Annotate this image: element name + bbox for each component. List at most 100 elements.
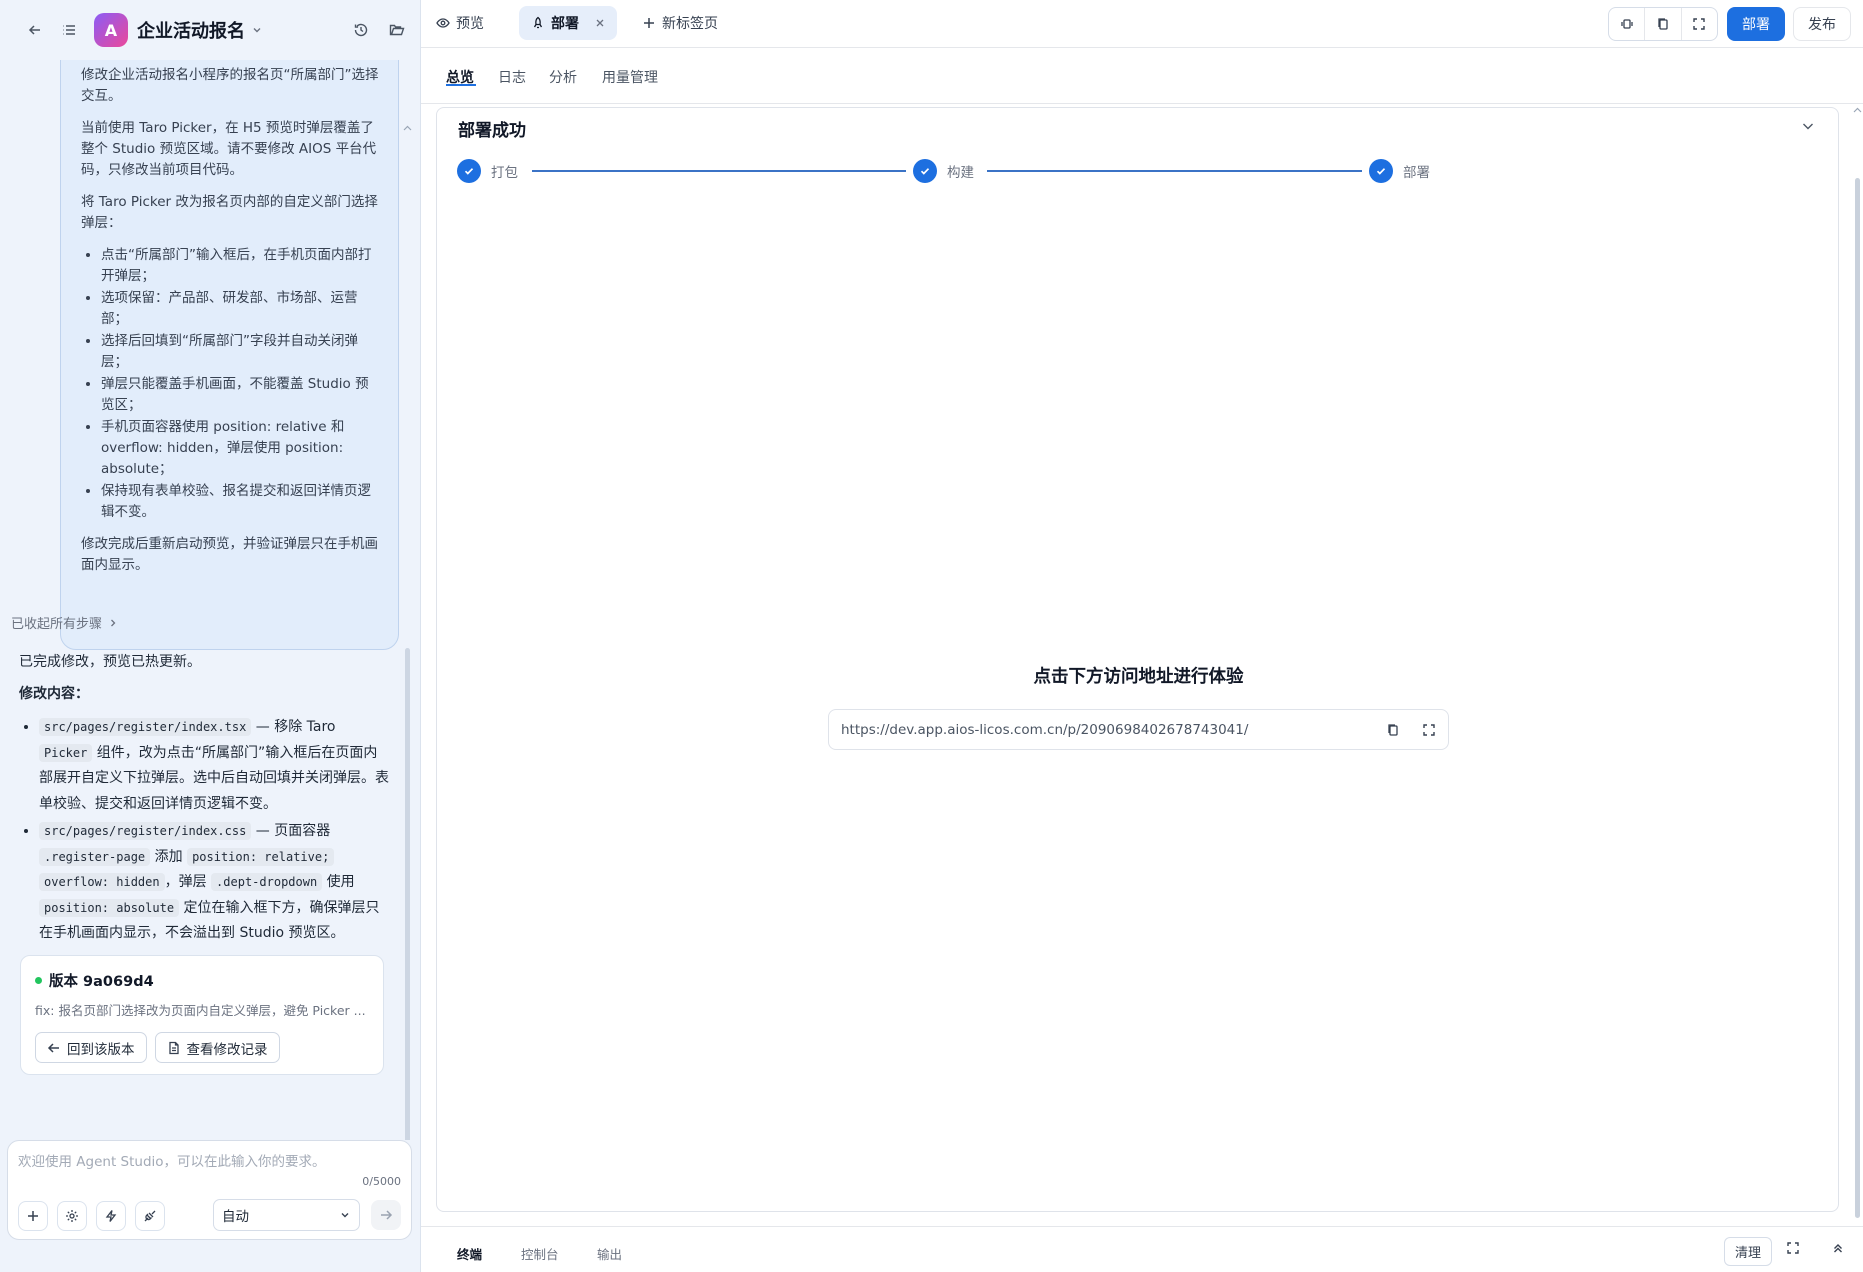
tab-usage[interactable]: 用量管理 [602, 67, 658, 87]
scrollbar[interactable] [1855, 178, 1860, 1218]
clear-button[interactable]: 清理 [1724, 1237, 1772, 1266]
fullscreen-icon[interactable] [1422, 723, 1436, 737]
user-message-bubble: 修改企业活动报名小程序的报名页“所属部门”选择交互。 当前使用 Taro Pic… [60, 60, 399, 650]
arrow-left-icon [47, 1041, 61, 1055]
tab-logs[interactable]: 日志 [498, 67, 526, 87]
deploy-panel: 部署成功 打包 构建 部署 点击下方访问地址进行体验 https://dev.a… [436, 107, 1839, 1212]
version-title-row: 版本 9a069d4 [35, 970, 369, 991]
mobile-icon[interactable] [1645, 8, 1682, 40]
expand-up-icon[interactable] [1831, 1241, 1845, 1255]
access-url[interactable]: https://dev.app.aios-licos.com.cn/p/2090… [841, 722, 1248, 738]
status-dot [35, 977, 42, 984]
mode-select-value: 自动 [222, 1209, 249, 1225]
message-paragraph: 修改完成后重新启动预览，并验证弹层只在手机画面内显示。 [81, 536, 378, 573]
back-arrow-icon[interactable] [18, 13, 52, 47]
reply-text: 组件，改为点击“所属部门”输入框后在页面内部展开自定义下拉弹层。选中后自动回填并… [39, 744, 389, 812]
app-title[interactable]: 企业活动报名 [137, 17, 245, 43]
tab-preview[interactable]: 预览 [426, 6, 494, 40]
scroll-up-icon[interactable] [403, 124, 412, 133]
check-icon [457, 159, 481, 183]
list-item: 选择后回填到“所属部门”字段并自动关闭弹层； [101, 331, 380, 373]
version-card: 版本 9a069d4 fix: 报名页部门选择改为页面内自定义弹层，避免 Pic… [20, 955, 384, 1075]
menu-icon[interactable] [52, 13, 86, 47]
tab-analytics[interactable]: 分析 [549, 67, 577, 87]
reply-intro: 已完成修改，预览已热更新。 [19, 654, 201, 670]
view-toggle-group [1608, 7, 1718, 41]
tab-terminal[interactable]: 终端 [457, 1244, 482, 1263]
step-label: 构建 [947, 165, 974, 181]
sub-tab-bar: 总览 日志 分析 用量管理 [421, 48, 1863, 104]
tab-console[interactable]: 控制台 [521, 1244, 559, 1263]
assistant-reply: 已完成修改，预览已热更新。 修改内容： src/pages/register/i… [19, 650, 389, 949]
code-file: src/pages/register/index.css [39, 822, 252, 840]
check-icon [913, 159, 937, 183]
settings-icon[interactable] [57, 1201, 87, 1231]
active-tab-indicator [446, 84, 476, 86]
code-inline: position: absolute [39, 898, 180, 917]
collapsed-steps-toggle[interactable]: 已收起所有步骤 [11, 613, 118, 632]
chevron-down-icon[interactable] [1800, 118, 1816, 134]
message-paragraph: 将 Taro Picker 改为报名页内部的自定义部门选择弹层： [81, 194, 378, 231]
mode-select[interactable]: 自动 [213, 1199, 360, 1231]
chat-input[interactable]: 欢迎使用 Agent Studio，可以在此输入你的要求。 [18, 1150, 326, 1170]
eye-icon [436, 16, 450, 30]
copy-icon[interactable] [1386, 723, 1400, 737]
version-description: fix: 报名页部门选择改为页面内自定义弹层，避免 Picker ... [35, 1003, 366, 1018]
device-toggle-icon[interactable] [1609, 8, 1646, 40]
bottom-panel-bar: 终端 控制台 输出 清理 [421, 1226, 1863, 1272]
step-deploy: 部署 [1369, 159, 1430, 183]
deploy-button[interactable]: 部署 [1727, 7, 1785, 41]
scroll-up-icon[interactable] [1853, 106, 1862, 115]
step-build: 构建 [913, 159, 974, 183]
chevron-down-icon [339, 1209, 351, 1221]
add-icon[interactable] [18, 1201, 48, 1231]
collapsed-steps-label: 已收起所有步骤 [11, 617, 103, 632]
new-tab-label: 新标签页 [662, 16, 718, 32]
history-icon[interactable] [344, 13, 378, 47]
new-tab-button[interactable]: 新标签页 [632, 6, 728, 40]
folder-icon[interactable] [380, 13, 414, 47]
step-connector [532, 170, 906, 172]
close-icon[interactable] [595, 18, 605, 28]
send-button[interactable] [371, 1200, 401, 1230]
tab-deploy[interactable]: 部署 [519, 6, 617, 40]
list-item: 选项保留：产品部、研发部、市场部、运营部； [101, 288, 380, 330]
message-paragraph: 当前使用 Taro Picker，在 H5 预览时弹层覆盖了整个 Studio … [81, 120, 377, 178]
code-file: src/pages/register/index.tsx [39, 718, 252, 736]
tab-preview-label: 预览 [456, 16, 484, 32]
reply-text: ，弹层 [164, 874, 212, 890]
view-history-label: 查看修改记录 [186, 1041, 268, 1058]
step-label: 打包 [491, 165, 518, 181]
fullscreen-icon[interactable] [1786, 1241, 1800, 1255]
fullscreen-icon[interactable] [1682, 8, 1717, 40]
reply-text: — 页面容器 [251, 823, 331, 839]
chat-input-box: 欢迎使用 Agent Studio，可以在此输入你的要求。 0/5000 自动 [7, 1140, 412, 1240]
reply-text: 添加 [150, 848, 188, 865]
list-item: 点击“所属部门”输入框后，在手机页面内部打开弹层； [101, 245, 380, 287]
step-package: 打包 [457, 159, 518, 183]
rocket-icon [531, 16, 545, 30]
document-icon [167, 1041, 181, 1055]
requirement-list: 点击“所属部门”输入框后，在手机页面内部打开弹层； 选项保留：产品部、研发部、市… [81, 245, 380, 523]
scrollbar[interactable] [405, 648, 410, 1140]
panel-title: 部署成功 [458, 121, 526, 141]
chevron-down-icon[interactable] [247, 20, 267, 40]
list-item: 弹层只能覆盖手机画面，不能覆盖 Studio 预览区； [101, 374, 380, 416]
lightning-icon[interactable] [96, 1201, 126, 1231]
code-inline: .dept-dropdown [211, 873, 323, 891]
code-inline: Picker [39, 743, 93, 762]
publish-button[interactable]: 发布 [1793, 7, 1851, 41]
version-title: 版本 9a069d4 [49, 974, 154, 990]
change-list: src/pages/register/index.tsx — 移除 Taro P… [19, 715, 389, 947]
reply-label: 修改内容： [19, 685, 89, 702]
chevron-right-icon [108, 618, 118, 628]
list-item: src/pages/register/index.tsx — 移除 Taro P… [39, 715, 389, 817]
reply-text: — 移除 Taro [251, 719, 336, 735]
experience-title: 点击下方访问地址进行体验 [1033, 667, 1244, 687]
tab-output[interactable]: 输出 [597, 1244, 622, 1263]
revert-version-button[interactable]: 回到该版本 [35, 1032, 147, 1063]
plugin-icon[interactable] [135, 1201, 165, 1231]
reply-text: 使用 [322, 874, 355, 890]
view-history-button[interactable]: 查看修改记录 [154, 1032, 280, 1063]
code-inline: overflow: hidden [39, 873, 165, 891]
